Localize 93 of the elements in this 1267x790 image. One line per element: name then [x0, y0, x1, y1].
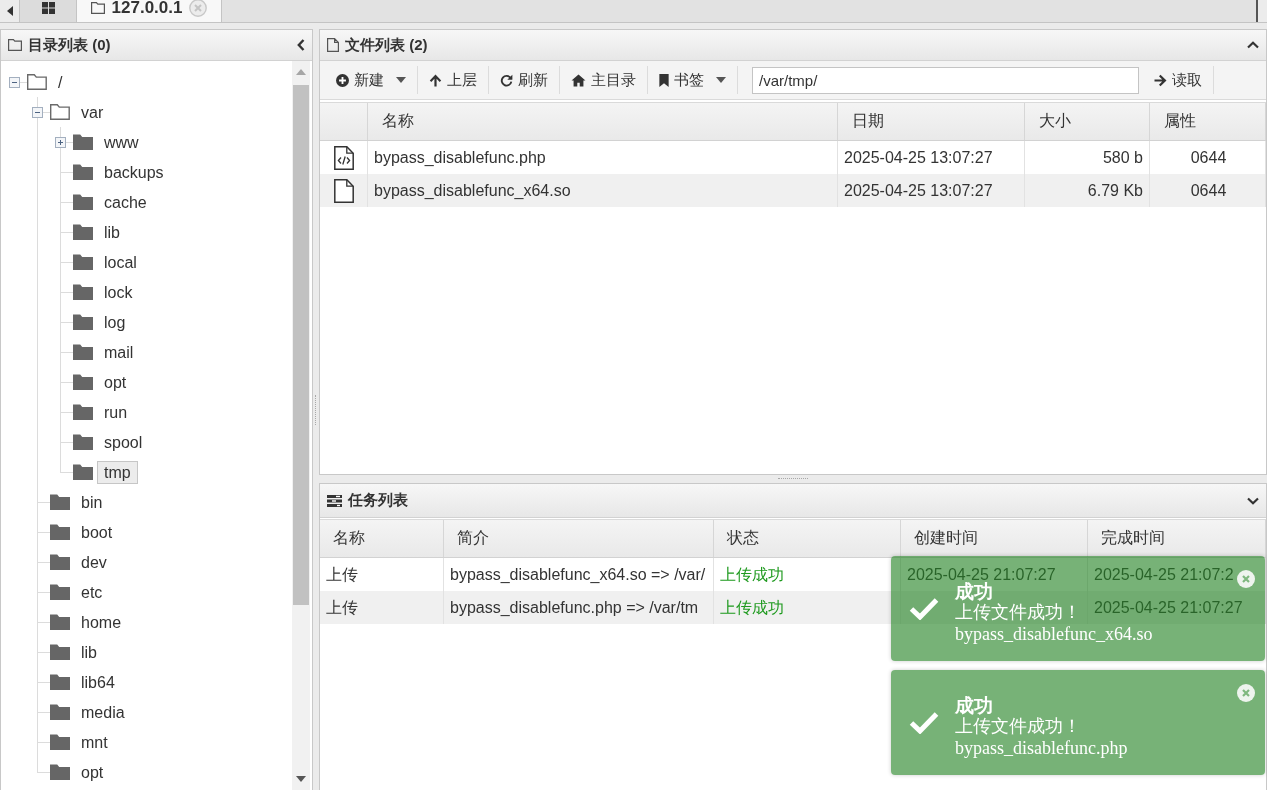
file-permissions: 0644 — [1150, 174, 1266, 207]
tab[interactable] — [20, 0, 77, 22]
folder-label[interactable]: tmp — [97, 460, 138, 484]
new-button[interactable]: 新建 — [329, 66, 413, 94]
task-finished-time: 2025-04-25 21:07:2 — [1094, 566, 1234, 583]
file-size: 6.79 Kb — [1025, 174, 1150, 207]
task-name: 上传 — [326, 599, 358, 616]
notification-title: 成功 — [955, 696, 993, 715]
task-name: 上传 — [326, 566, 358, 583]
notification-title: 成功 — [955, 582, 993, 601]
folder-label[interactable]: home — [74, 610, 129, 634]
collapse-icon[interactable] — [32, 106, 43, 118]
refresh-icon — [500, 73, 513, 87]
folder-label[interactable]: mail — [97, 340, 141, 364]
finished-column-header[interactable]: 完成时间 — [1088, 520, 1266, 557]
folder-label[interactable]: lib64 — [74, 670, 122, 694]
date-column-header[interactable]: 日期 — [838, 103, 1025, 140]
scrollbar-thumb[interactable] — [293, 85, 309, 605]
folder-label[interactable]: media — [74, 700, 132, 724]
folder-label[interactable]: var — [74, 100, 111, 124]
arrow-up-icon — [429, 73, 442, 87]
created-column-header[interactable]: 创建时间 — [901, 520, 1088, 557]
check-icon — [909, 597, 939, 620]
task-finished-time: 2025-04-25 21:07:27 — [1094, 599, 1243, 616]
size-column-header[interactable]: 大小 — [1025, 103, 1150, 140]
folder-label[interactable]: spool — [97, 430, 150, 454]
splitter-handle[interactable] — [315, 394, 317, 425]
folder-label[interactable]: local — [97, 250, 144, 274]
check-icon — [909, 711, 939, 734]
panel-title: 任务列表 — [348, 491, 409, 510]
folder-label[interactable]: lib — [97, 220, 127, 244]
folder-label[interactable]: dev — [74, 550, 114, 574]
file-icon — [333, 178, 354, 203]
task-summary: bypass_disablefunc_x64.so => /var/ — [450, 566, 706, 583]
panel-title: 目录列表 (0) — [28, 35, 112, 55]
collapse-icon[interactable] — [9, 76, 20, 88]
folder-label[interactable]: bin — [74, 490, 110, 514]
list-icon — [327, 494, 342, 507]
status-column-header[interactable]: 状态 — [714, 520, 901, 557]
task-status: 上传成功 — [720, 599, 784, 616]
notification-message: 上传文件成功！ — [955, 601, 1081, 623]
code-file-icon — [333, 145, 354, 170]
chevron-down-icon[interactable] — [1247, 496, 1259, 505]
file-name: bypass_disablefunc_x64.so — [368, 174, 838, 207]
chevron-left-icon[interactable] — [297, 39, 305, 51]
task-summary: bypass_disablefunc.php => /var/tm — [450, 599, 699, 616]
file-row[interactable]: bypass_disablefunc_x64.so 2025-04-25 13:07:27 6.79 Kb 0644 — [320, 174, 1266, 207]
chevron-up-icon[interactable] — [1247, 41, 1259, 49]
folder-label[interactable]: / — [51, 70, 70, 94]
folder-label[interactable]: log — [97, 310, 133, 334]
task-status: 上传成功 — [720, 566, 784, 583]
notification-message: 上传文件成功！ — [955, 715, 1081, 737]
folder-label[interactable]: etc — [74, 580, 110, 604]
tab-scroll-left-button[interactable] — [0, 0, 20, 22]
folder-label[interactable]: www — [97, 130, 146, 154]
plus-circle-icon — [336, 73, 349, 87]
tab[interactable]: 127.0.0.1 — [77, 0, 222, 22]
folder-outline-icon — [8, 39, 22, 51]
parent-folder-button[interactable]: 上层 — [422, 66, 484, 94]
bookmark-icon — [659, 73, 669, 87]
folder-label[interactable]: cache — [97, 190, 154, 214]
tab-scroll-right-button[interactable] — [1256, 0, 1267, 22]
name-column-header[interactable]: 名称 — [368, 103, 838, 140]
grid-icon — [41, 2, 55, 14]
folder-label[interactable]: opt — [97, 370, 134, 394]
summary-column-header[interactable]: 简介 — [444, 520, 714, 557]
name-column-header[interactable]: 名称 — [320, 520, 444, 557]
folder-label[interactable]: opt — [74, 760, 111, 784]
home-icon — [571, 73, 586, 87]
notification-detail: bypass_disablefunc_x64.so — [955, 623, 1153, 645]
scroll-down-icon[interactable] — [296, 776, 306, 782]
bookmarks-button[interactable]: 书签 — [652, 66, 733, 94]
file-outline-icon — [327, 38, 339, 52]
splitter-handle[interactable] — [778, 478, 808, 480]
folder-label[interactable]: boot — [74, 520, 120, 544]
folder-label[interactable]: backups — [97, 160, 171, 184]
path-field[interactable]: /var/tmp/ — [752, 66, 1139, 94]
arrow-right-icon — [1154, 73, 1167, 87]
panel-title: 文件列表 (2) — [345, 35, 429, 55]
home-button[interactable]: 主目录 — [564, 66, 643, 94]
folder-label[interactable]: mnt — [74, 730, 115, 754]
task-created-time: 2025-04-25 21:07:27 — [907, 566, 1056, 583]
file-date: 2025-04-25 13:07:27 — [838, 174, 1025, 207]
notification-detail: bypass_disablefunc.php — [955, 737, 1128, 759]
scroll-left-icon[interactable] — [6, 6, 13, 16]
folder-label[interactable]: lib — [74, 640, 104, 664]
expand-icon[interactable] — [55, 136, 66, 148]
refresh-button[interactable]: 刷新 — [493, 66, 555, 94]
attributes-column-header[interactable]: 属性 — [1150, 103, 1266, 140]
folder-label[interactable]: run — [97, 400, 135, 424]
folder-outline-icon — [90, 2, 105, 14]
read-button[interactable]: 读取 — [1147, 66, 1209, 94]
folder-label[interactable]: lock — [97, 280, 140, 304]
